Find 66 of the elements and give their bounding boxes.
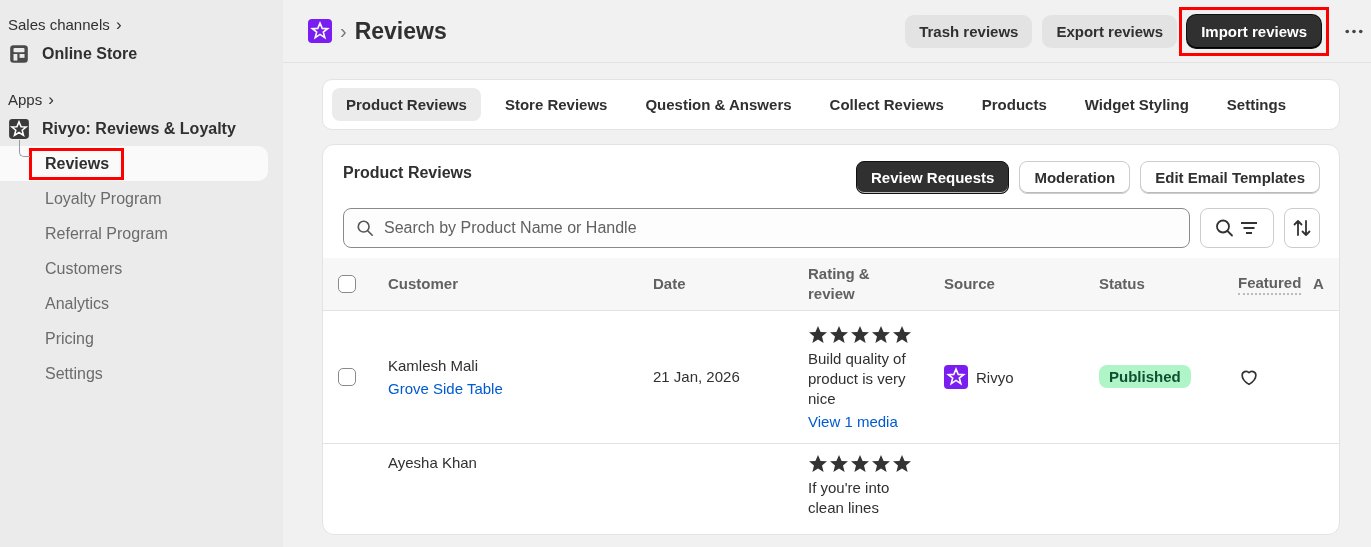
star-icon xyxy=(871,454,891,474)
tab[interactable]: Products xyxy=(967,88,1061,121)
tab[interactable]: Question & Answers xyxy=(631,88,806,121)
star-icon xyxy=(808,324,828,345)
search-filter-icon xyxy=(1215,218,1259,238)
star-icon xyxy=(944,365,968,389)
checkbox[interactable] xyxy=(338,368,356,386)
more-icon[interactable] xyxy=(1345,28,1363,34)
action-button[interactable]: Edit Email Templates xyxy=(1140,161,1320,194)
store-icon xyxy=(8,42,30,65)
review-text: Build quality of product is very nice xyxy=(808,348,907,409)
online-store-item[interactable]: Online Store xyxy=(8,36,268,71)
action-button[interactable]: Moderation xyxy=(1019,161,1131,194)
product-link[interactable]: Grove Side Table xyxy=(388,380,653,397)
status-badge: Published xyxy=(1099,365,1191,388)
star-icon xyxy=(892,324,912,345)
tab[interactable]: Product Reviews xyxy=(332,88,481,121)
sidebar-item[interactable]: Loyalty Program xyxy=(32,185,174,212)
search-filter-button[interactable] xyxy=(1200,208,1274,248)
sort-button[interactable] xyxy=(1284,208,1320,248)
sidebar-item[interactable]: Analytics xyxy=(32,290,122,317)
star-icon xyxy=(808,454,828,474)
column-header: A xyxy=(1313,274,1324,294)
column-header: Status xyxy=(1099,274,1145,294)
card-title: Product Reviews xyxy=(343,164,472,182)
column-header: Rating & review xyxy=(808,264,871,304)
star-icon xyxy=(829,454,849,474)
tab[interactable]: Widget Styling xyxy=(1070,88,1203,121)
star-icon xyxy=(829,324,849,345)
source-name: Rivyo xyxy=(976,368,1014,386)
secondary-button[interactable]: Export reviews xyxy=(1042,14,1178,48)
column-header: Source xyxy=(944,274,995,294)
sales-channels-link[interactable]: Sales channels › xyxy=(8,15,122,35)
search-box[interactable]: Search by Product Name or Handle xyxy=(343,208,1190,248)
star-icon xyxy=(850,324,870,345)
apps-link[interactable]: Apps › xyxy=(8,90,55,110)
sidebar-item[interactable]: Customers xyxy=(32,255,135,282)
sidebar-item[interactable]: Settings xyxy=(32,360,115,387)
sort-icon xyxy=(1292,218,1312,238)
sidebar-item[interactable]: Referral Program xyxy=(32,220,180,247)
secondary-button[interactable]: Trash reviews xyxy=(905,14,1033,48)
star-icon xyxy=(850,454,870,474)
column-header: Customer xyxy=(388,274,458,294)
app-item[interactable]: Rivyo: Reviews & Loyalty xyxy=(8,111,268,146)
star-icon xyxy=(871,324,891,345)
search-icon xyxy=(356,219,374,237)
star-icon xyxy=(892,454,912,474)
checkbox[interactable] xyxy=(338,275,356,293)
page-title: Reviews xyxy=(354,17,447,45)
review-text: If you're into clean lines xyxy=(808,478,891,518)
media-link[interactable]: View 1 media xyxy=(808,412,944,430)
customer-name: Kamlesh Mali xyxy=(388,357,480,374)
star-icon xyxy=(308,19,332,43)
tab[interactable]: Settings xyxy=(1212,88,1300,121)
review-date: 21 Jan, 2026 xyxy=(653,368,740,385)
search-field[interactable]: Search by Product Name or Handle xyxy=(382,218,1177,238)
column-header: Date xyxy=(653,274,686,294)
column-header: Featured xyxy=(1238,273,1302,295)
action-button[interactable]: Review Requests xyxy=(856,161,1010,194)
sidebar-item[interactable]: Pricing xyxy=(32,325,106,352)
tab[interactable]: Collect Reviews xyxy=(815,88,958,121)
customer-name: Ayesha Khan xyxy=(388,454,478,471)
tab[interactable]: Store Reviews xyxy=(490,88,622,121)
star-icon xyxy=(8,117,30,140)
primary-button[interactable]: Import reviews xyxy=(1187,14,1321,48)
breadcrumb-separator: › xyxy=(340,19,347,43)
